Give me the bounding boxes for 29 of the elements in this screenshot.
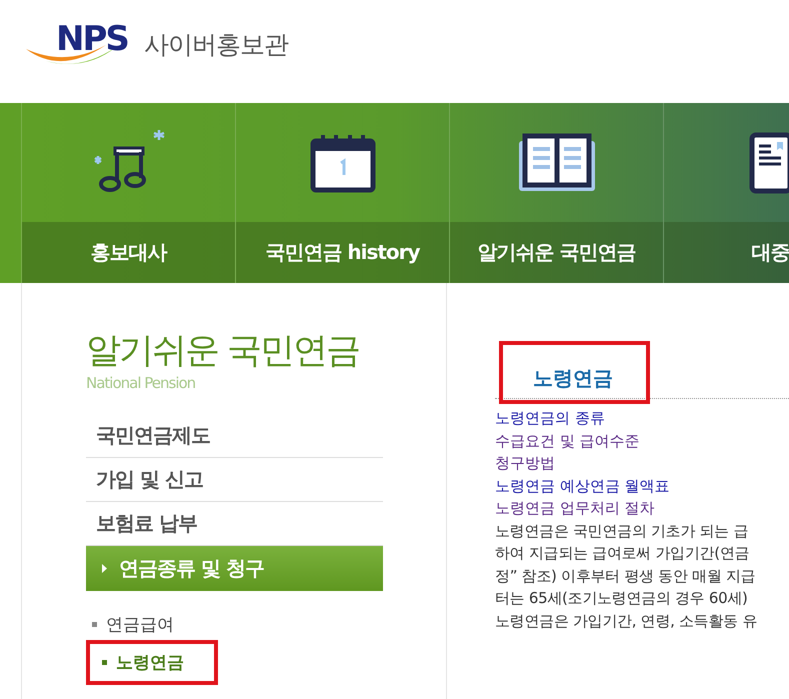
page-heading: 노령연금 — [499, 341, 650, 404]
menu-item[interactable]: 가입 및 신고 — [86, 458, 383, 502]
paragraph-line: 하여 지급되는 급여로써 가입기간(연금 — [495, 543, 750, 564]
content-link[interactable]: 청구방법 — [495, 452, 789, 474]
nav-tab[interactable]: 홍보대사 — [21, 103, 235, 283]
book-icon — [516, 132, 596, 192]
tablet-icon — [748, 132, 789, 194]
section-subtitle: National Pension — [86, 374, 196, 392]
content-link[interactable]: 노령연금의 종류 — [495, 407, 789, 430]
bullet-icon — [92, 622, 97, 627]
paragraph-line: 노령연금은 가입기간, 연령, 소득활동 유 — [495, 610, 758, 632]
calendar-icon — [310, 132, 376, 192]
bullet-icon — [102, 660, 107, 665]
nav-tab[interactable]: 알기쉬운 국민연금 — [449, 103, 663, 283]
section-title: 알기쉬운 국민연금 — [86, 330, 360, 373]
menu-item[interactable]: 국민연금제도 — [86, 414, 383, 458]
triangle-icon — [102, 564, 107, 573]
paragraph-line: 터는 65세(조기노령연금의 경우 60세) — [495, 588, 749, 609]
nav-tab[interactable]: 대중 — [663, 103, 789, 283]
content-link[interactable]: 노령연금 업무처리 절차 — [495, 497, 789, 520]
content-link[interactable]: 수급요건 및 급여수준 — [495, 430, 789, 452]
paragraph-line: 노령연금은 국민연금의 기초가 되는 급 — [495, 520, 750, 542]
submenu-item[interactable]: 노령연금 — [86, 640, 218, 685]
content-link[interactable]: 노령연금 예상연금 월액표 — [495, 474, 789, 497]
site-title: 사이버홍보관 — [144, 29, 288, 61]
paragraph-line: 정” 참조) 이후부터 평생 동안 매월 지급 — [495, 566, 756, 586]
submenu-item[interactable]: 연금급여 — [92, 609, 174, 640]
logo-mark: NPS — [56, 18, 128, 58]
nav-tab[interactable]: 국민연금 history — [235, 103, 449, 283]
